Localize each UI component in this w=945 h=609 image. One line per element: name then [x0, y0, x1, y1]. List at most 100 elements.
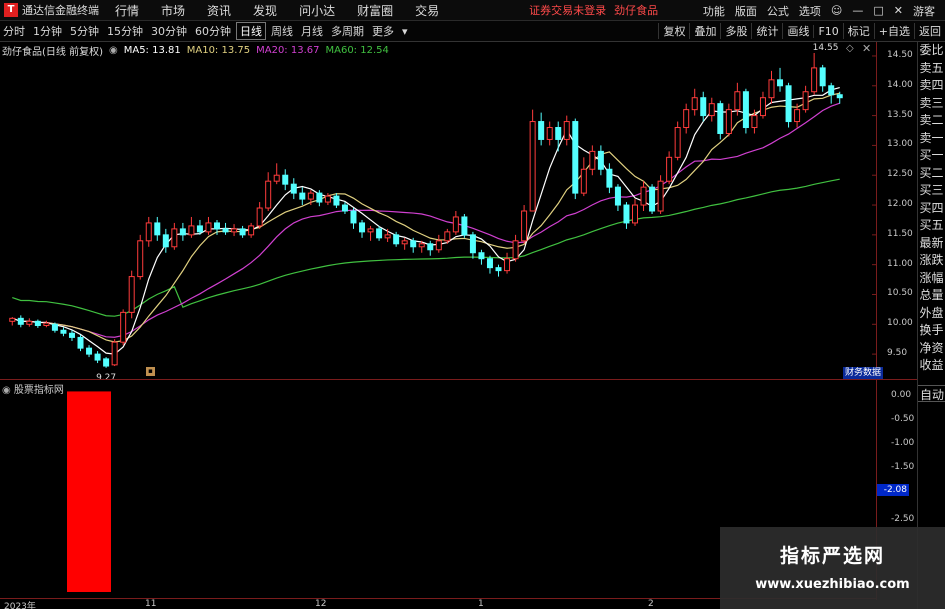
candle-down — [469, 234, 476, 254]
restore-rights-button[interactable]: 复权 — [658, 23, 689, 39]
menu-item-discover[interactable]: 发现 — [253, 2, 277, 19]
menu-item-trade[interactable]: 交易 — [415, 2, 439, 19]
candle-down — [316, 192, 323, 203]
side-panel-item[interactable]: 买三 — [918, 182, 945, 200]
candle-down — [572, 121, 579, 194]
candle-down — [828, 85, 835, 96]
side-panel-item[interactable]: 卖一 — [918, 130, 945, 148]
mark-button[interactable]: 标记 — [842, 23, 874, 39]
candle-up — [145, 222, 152, 242]
side-panel-item[interactable]: 卖五 — [918, 60, 945, 78]
side-panel-item[interactable]: 卖四 — [918, 77, 945, 95]
minimize-icon[interactable]: — — [852, 4, 863, 17]
candle-down — [51, 323, 58, 331]
menu-item-ask[interactable]: 问小达 — [299, 2, 335, 19]
candle-down — [77, 336, 84, 349]
candle-up — [384, 234, 391, 239]
multi-stock-button[interactable]: 多股 — [720, 23, 751, 39]
period-tab-5min[interactable]: 5分钟 — [67, 23, 102, 39]
candle-down — [597, 150, 604, 170]
candle-down — [162, 234, 169, 248]
side-panel-item[interactable]: 买一 — [918, 147, 945, 165]
side-panel-item[interactable]: 涨跌 — [918, 252, 945, 270]
candle-up — [111, 341, 118, 366]
candle-up — [725, 109, 732, 134]
period-tab-15min[interactable]: 15分钟 — [104, 23, 146, 39]
user-icon[interactable]: ☺ — [831, 4, 842, 17]
side-panel-item[interactable]: 外盘 — [918, 305, 945, 323]
candle-down — [154, 222, 161, 236]
auto-button[interactable]: 自动 — [918, 385, 945, 402]
price-tick: 13.00 — [887, 139, 913, 150]
side-panel-item[interactable]: 卖三 — [918, 95, 945, 113]
side-panel-item[interactable]: 买四 — [918, 200, 945, 218]
price-tick: 11.50 — [887, 228, 913, 239]
close-icon[interactable]: ✕ — [894, 4, 903, 17]
menu-options[interactable]: 选项 — [799, 3, 821, 19]
side-panel-item[interactable]: 涨幅 — [918, 270, 945, 288]
side-panel-item[interactable]: 总量 — [918, 287, 945, 305]
candlestick-chart[interactable]: 14.559.27 — [0, 42, 876, 379]
side-panel-item[interactable]: 委比 — [918, 42, 945, 60]
price-tick: 11.00 — [887, 258, 913, 269]
date-label: 2023年 — [4, 602, 36, 609]
side-panel-item[interactable]: 净资 — [918, 340, 945, 358]
menu-item-wealth[interactable]: 财富圈 — [357, 2, 393, 19]
maximize-icon[interactable]: □ — [873, 4, 883, 17]
guest-label[interactable]: 游客 — [913, 3, 935, 19]
ma60-line — [12, 178, 840, 317]
candle-up — [401, 240, 408, 245]
side-panel-item[interactable]: 换手 — [918, 322, 945, 340]
chevron-down-icon[interactable]: ▾ — [399, 25, 411, 38]
candle-down — [34, 320, 41, 326]
period-tab-weekly[interactable]: 周线 — [268, 23, 296, 39]
candle-up — [444, 231, 451, 242]
add-watchlist-button[interactable]: +自选 — [873, 23, 914, 39]
candle-down — [290, 183, 297, 194]
side-panel-item[interactable]: 卖二 — [918, 112, 945, 130]
price-tick: 12.00 — [887, 199, 913, 210]
menu-item-news[interactable]: 资讯 — [207, 2, 231, 19]
period-tab-monthly[interactable]: 月线 — [298, 23, 326, 39]
menu-formula[interactable]: 公式 — [767, 3, 789, 19]
statistics-button[interactable]: 统计 — [751, 23, 782, 39]
overlay-button[interactable]: 叠加 — [689, 23, 720, 39]
f10-button[interactable]: F10 — [813, 24, 842, 38]
quote-side-panel: 委比 卖五 卖四 卖三 卖二 卖一 买一 买二 买三 买四 买五 最新 涨跌 涨幅 总量 外盘 换手 净资 收益自动 — [917, 42, 945, 609]
marker-icon[interactable]: ▪ — [146, 367, 155, 376]
current-stock-name[interactable]: 劲仔食品 — [614, 2, 658, 18]
candle-down — [777, 79, 784, 87]
menu-item-quotes[interactable]: 行情 — [115, 2, 139, 19]
menu-layout[interactable]: 版面 — [735, 3, 757, 19]
period-tab-more[interactable]: 更多 — [369, 23, 397, 39]
candle-down — [717, 103, 724, 134]
side-panel-item[interactable]: 买五 — [918, 217, 945, 235]
candle-up — [137, 240, 144, 278]
draw-line-button[interactable]: 画线 — [782, 23, 813, 39]
period-tab-daily[interactable]: 日线 — [236, 22, 266, 40]
candle-down — [222, 228, 229, 233]
candle-down — [239, 228, 246, 236]
back-button[interactable]: 返回 — [914, 23, 945, 39]
period-tab-60min[interactable]: 60分钟 — [192, 23, 234, 39]
period-tab-1min[interactable]: 1分钟 — [30, 23, 65, 39]
period-tab-intraday[interactable]: 分时 — [0, 23, 28, 39]
candle-up — [759, 97, 766, 117]
high-price-annotation: 14.55 — [813, 43, 839, 53]
period-tab-multi[interactable]: 多周期 — [328, 23, 367, 39]
candle-down — [623, 204, 630, 224]
period-tab-30min[interactable]: 30分钟 — [148, 23, 190, 39]
candle-up — [435, 240, 442, 251]
side-panel-item[interactable]: 买二 — [918, 165, 945, 183]
candle-up — [751, 115, 758, 129]
side-panel-item[interactable]: 收益 — [918, 357, 945, 375]
menu-function[interactable]: 功能 — [703, 3, 725, 19]
indicator-tick: -1.00 — [891, 438, 915, 448]
candle-down — [819, 67, 826, 87]
trade-login-link[interactable]: 证券交易未登录 — [529, 2, 606, 18]
side-panel-item[interactable]: 最新 — [918, 235, 945, 253]
financial-data-flag[interactable]: 财务数据 — [843, 367, 884, 379]
menu-item-market[interactable]: 市场 — [161, 2, 185, 19]
candle-up — [691, 97, 698, 111]
ma20-line — [12, 102, 840, 338]
